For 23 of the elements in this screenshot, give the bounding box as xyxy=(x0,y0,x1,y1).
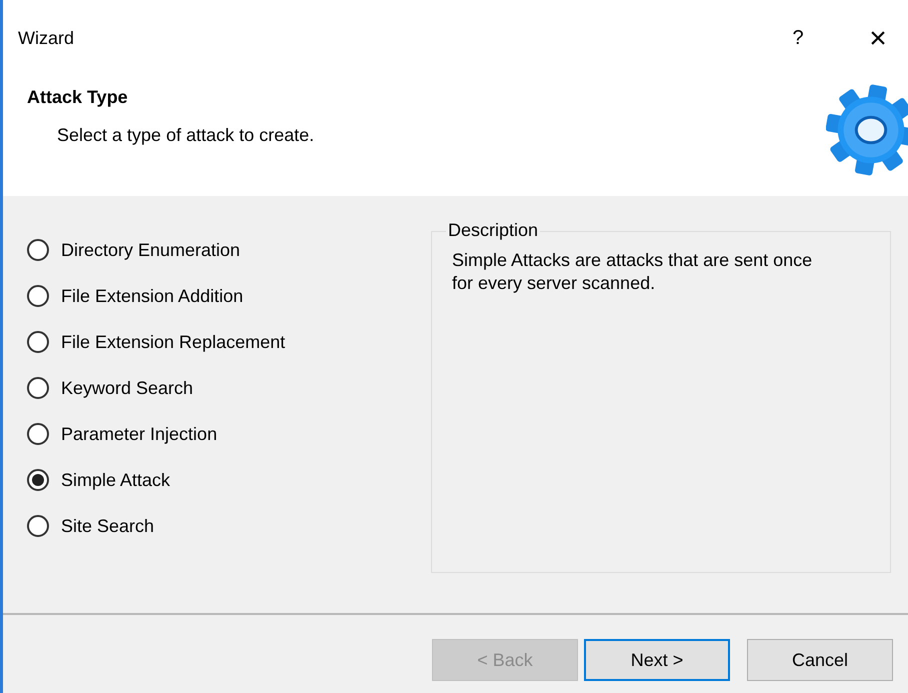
radio-option[interactable]: Site Search xyxy=(27,510,154,542)
radio-button[interactable] xyxy=(27,377,49,399)
radio-option[interactable]: Parameter Injection xyxy=(27,418,218,450)
radio-button[interactable] xyxy=(27,331,49,353)
radio-option[interactable]: File Extension Addition xyxy=(27,280,244,312)
window-title: Wizard xyxy=(18,26,76,50)
page-title: Attack Type xyxy=(27,86,129,109)
radio-button[interactable] xyxy=(27,515,49,537)
radio-option[interactable]: Simple Attack xyxy=(27,464,170,496)
gear-icon xyxy=(826,84,908,176)
radio-button[interactable] xyxy=(27,423,49,445)
radio-button[interactable] xyxy=(27,285,49,307)
dialog-button[interactable]: Cancel xyxy=(747,639,893,681)
description-text: Simple Attacks are attacks that are sent once for every server scanned. xyxy=(451,249,814,295)
radio-button[interactable] xyxy=(27,239,49,261)
radio-option[interactable]: Keyword Search xyxy=(27,372,194,404)
radio-option[interactable]: File Extension Replacement xyxy=(27,326,286,358)
help-button[interactable]: ? xyxy=(778,23,818,53)
radio-option[interactable]: Directory Enumeration xyxy=(27,234,240,266)
page-subtitle: Select a type of attack to create. xyxy=(56,124,316,147)
dialog-button[interactable]: Next > xyxy=(584,639,730,681)
radio-button[interactable] xyxy=(27,469,49,491)
close-button[interactable]: × xyxy=(858,16,898,60)
